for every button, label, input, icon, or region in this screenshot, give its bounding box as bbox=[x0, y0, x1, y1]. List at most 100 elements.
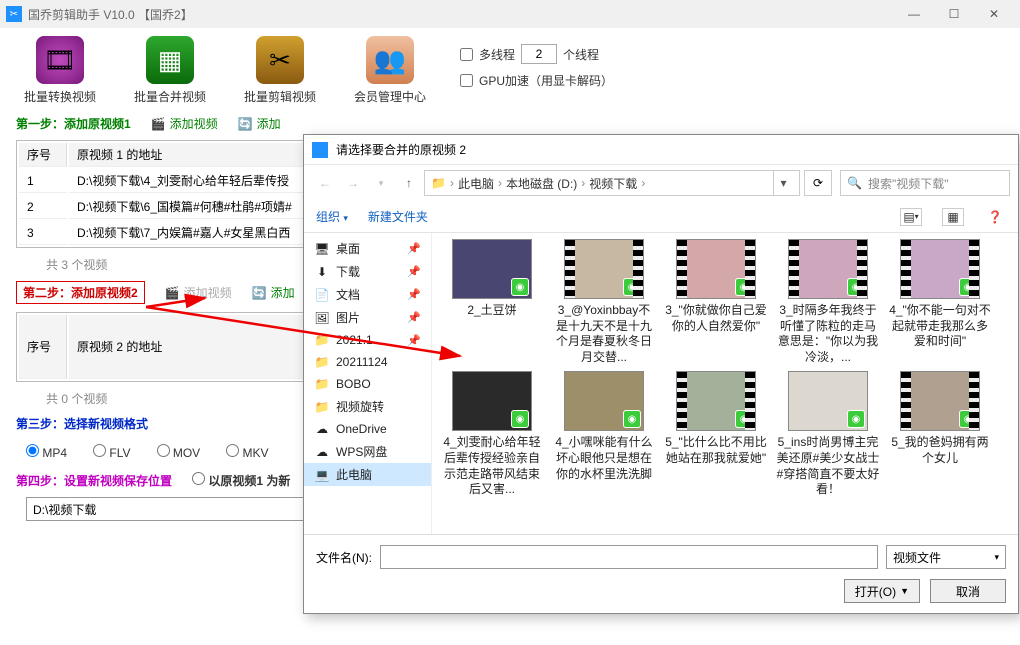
file-thumbnail: ◉ bbox=[788, 371, 868, 431]
tool-merge[interactable]: ▦ 批量合并视频 bbox=[130, 36, 210, 105]
breadcrumb-dropdown[interactable]: ▾ bbox=[773, 171, 793, 195]
multithread-checkbox[interactable] bbox=[460, 48, 473, 61]
sidebar-item-label: 图片 bbox=[336, 309, 360, 326]
sidebar-item[interactable]: ☁OneDrive bbox=[304, 418, 431, 440]
filename-label: 文件名(N): bbox=[316, 549, 372, 566]
file-item[interactable]: ◉4_刘雯耐心给年轻后辈传授经验亲自示范走路带风结束后又害... bbox=[440, 371, 544, 497]
radio-mov[interactable]: MOV bbox=[157, 444, 201, 460]
file-item[interactable]: ◉5_ins时尚男博主完美还原#美少女战士#穿搭简直不要太好看！ bbox=[776, 371, 880, 497]
breadcrumb[interactable]: 📁 › 此电脑 › 本地磁盘 (D:) › 视频下载 › ▾ bbox=[424, 170, 800, 196]
file-item[interactable]: ◉3_"你就做你自己爱你的人自然爱你" bbox=[664, 239, 768, 365]
file-thumbnail: ◉ bbox=[676, 371, 756, 431]
video2-count: 共 0 个视频 bbox=[46, 390, 107, 407]
file-thumbnail: ◉ bbox=[900, 239, 980, 299]
tool-member[interactable]: 👥 会员管理中心 bbox=[350, 36, 430, 105]
file-thumbnail: ◉ bbox=[788, 239, 868, 299]
file-thumbnail: ◉ bbox=[564, 371, 644, 431]
breadcrumb-seg[interactable]: 本地磁盘 (D:) bbox=[506, 175, 577, 192]
view-mode-button[interactable]: ▤ ▾ bbox=[900, 208, 922, 226]
sidebar-item[interactable]: 📁20211124 bbox=[304, 351, 431, 373]
search-icon: 🔍 bbox=[847, 176, 862, 190]
radio-mp4[interactable]: MP4 bbox=[26, 444, 67, 460]
file-item[interactable]: ◉ 5_"比什么比不用比她站在那我就爱她" bbox=[664, 371, 768, 497]
pin-icon: 📌 bbox=[407, 242, 421, 255]
use-video1-name[interactable]: 以原视频1 为新 bbox=[192, 472, 290, 489]
minimize-button[interactable]: — bbox=[894, 0, 934, 28]
sidebar-item[interactable]: 🖼图片📌 bbox=[304, 306, 431, 329]
nav-up[interactable]: ↑ bbox=[396, 171, 422, 195]
new-folder-button[interactable]: 新建文件夹 bbox=[368, 208, 428, 225]
sidebar-item-label: BOBO bbox=[336, 377, 371, 391]
filename-input[interactable] bbox=[380, 545, 878, 569]
sidebar-item-label: 此电脑 bbox=[336, 466, 372, 483]
table-row[interactable]: 1D:\视频下载\4_刘雯耐心给年轻后辈传授 bbox=[19, 169, 313, 193]
wechat-badge-icon: ◉ bbox=[847, 278, 865, 296]
gpu-checkbox[interactable] bbox=[460, 74, 473, 87]
sidebar-item[interactable]: 🖥桌面📌 bbox=[304, 237, 431, 260]
table-row[interactable]: 3D:\视频下载\7_内娱篇#嘉人#女星黑白西 bbox=[19, 221, 313, 245]
organize-menu[interactable]: 组织 ▾ bbox=[316, 208, 348, 225]
sidebar-item[interactable]: 💻此电脑 bbox=[304, 463, 431, 486]
folder-icon: 📁 bbox=[314, 354, 330, 370]
radio-mkv[interactable]: MKV bbox=[226, 444, 268, 460]
nav-back[interactable]: ← bbox=[312, 171, 338, 195]
folder-icon: 📄 bbox=[314, 287, 330, 303]
col-path: 原视频 2 的地址 bbox=[69, 315, 313, 379]
col-index: 序号 bbox=[19, 143, 67, 167]
nav-forward[interactable]: → bbox=[340, 171, 366, 195]
sidebar-item[interactable]: 📁2021.1..📌 bbox=[304, 329, 431, 351]
add-batch-link-2[interactable]: 🔄添加 bbox=[252, 284, 295, 301]
sidebar-item[interactable]: ☁WPS网盘 bbox=[304, 440, 431, 463]
filetype-select[interactable]: 视频文件▾ bbox=[886, 545, 1006, 569]
multithread-option[interactable]: 多线程 个线程 bbox=[460, 44, 613, 64]
add-video-link-1[interactable]: 🎬添加视频 bbox=[151, 115, 218, 132]
add-batch-link-1[interactable]: 🔄添加 bbox=[238, 115, 281, 132]
file-thumbnail: ◉ bbox=[452, 239, 532, 299]
radio-flv[interactable]: FLV bbox=[93, 444, 130, 460]
nav-refresh[interactable]: ⟳ bbox=[804, 170, 832, 196]
save-path-input[interactable] bbox=[26, 497, 306, 521]
file-name-label: 5_"比什么比不用比她站在那我就爱她" bbox=[664, 435, 768, 466]
close-button[interactable]: ✕ bbox=[974, 0, 1014, 28]
file-item[interactable]: ◉4_小嘿咪能有什么坏心眼他只是想在你的水杯里洗洗脚 bbox=[552, 371, 656, 497]
col-path: 原视频 1 的地址 bbox=[69, 143, 313, 167]
pin-icon: 📌 bbox=[407, 265, 421, 278]
threads-input[interactable] bbox=[521, 44, 557, 64]
sidebar-item[interactable]: 📄文档📌 bbox=[304, 283, 431, 306]
tool-convert[interactable]: 🎞 批量转换视频 bbox=[20, 36, 100, 105]
sidebar-item[interactable]: 📁视频旋转 bbox=[304, 395, 431, 418]
cancel-button[interactable]: 取消 bbox=[930, 579, 1006, 603]
folder-icon: 📁 bbox=[314, 376, 330, 392]
open-button[interactable]: 打开(O)▼ bbox=[844, 579, 920, 603]
file-item[interactable]: ◉5_我的爸妈拥有两个女儿 bbox=[888, 371, 992, 497]
wechat-badge-icon: ◉ bbox=[511, 278, 529, 296]
file-item[interactable]: ◉2_土豆饼 bbox=[440, 239, 544, 365]
folder-icon: 📁 bbox=[431, 176, 446, 190]
search-box[interactable]: 🔍 搜索"视频下载" bbox=[840, 170, 1010, 196]
tool-edit[interactable]: ✂ 批量剪辑视频 bbox=[240, 36, 320, 105]
main-title-bar: ✂ 国乔剪辑助手 V10.0 【国乔2】 — ☐ ✕ bbox=[0, 0, 1020, 28]
sidebar-item[interactable]: 📁 BOBO bbox=[304, 373, 431, 395]
breadcrumb-seg[interactable]: 此电脑 bbox=[458, 175, 494, 192]
file-thumbnail: ◉ bbox=[452, 371, 532, 431]
file-item[interactable]: ◉3_时隔多年我终于听懂了陈粒的走马意思是："你以为我冷淡，... bbox=[776, 239, 880, 365]
table-row[interactable]: 2D:\视频下载\6_国模篇#何穗#杜鹃#项婧# bbox=[19, 195, 313, 219]
maximize-button[interactable]: ☐ bbox=[934, 0, 974, 28]
nav-history[interactable]: ▾ bbox=[368, 171, 394, 195]
folder-icon: 🖥 bbox=[314, 241, 330, 257]
step4-label: 第四步：设置新视频保存位置 bbox=[16, 472, 172, 489]
breadcrumb-seg[interactable]: 视频下载 bbox=[589, 175, 637, 192]
add-video-link-2[interactable]: 🎬添加视频 bbox=[165, 284, 232, 301]
dialog-toolbar: 组织 ▾ 新建文件夹 ▤ ▾ ▦ ❓ bbox=[304, 201, 1018, 233]
preview-pane-button[interactable]: ▦ bbox=[942, 208, 964, 226]
col-index: 序号 bbox=[19, 315, 67, 379]
dialog-sidebar: 🖥桌面📌⬇下载📌📄文档📌🖼图片📌📁2021.1..📌📁20211124📁BOBO… bbox=[304, 233, 432, 534]
file-name-label: 4_"你不能一句对不起就带走我那么多爱和时间" bbox=[888, 303, 992, 350]
sidebar-item-label: 2021.1.. bbox=[336, 333, 379, 347]
file-item[interactable]: ◉4_"你不能一句对不起就带走我那么多爱和时间" bbox=[888, 239, 992, 365]
help-button[interactable]: ❓ bbox=[984, 208, 1006, 226]
sidebar-item[interactable]: ⬇下载📌 bbox=[304, 260, 431, 283]
video1-count: 共 3 个视频 bbox=[46, 256, 107, 273]
gpu-option[interactable]: GPU加速（用显卡解码） bbox=[460, 72, 613, 89]
file-item[interactable]: ◉3_@Yoxinbbay不是十九天不是十九个月是春夏秋冬日月交替... bbox=[552, 239, 656, 365]
